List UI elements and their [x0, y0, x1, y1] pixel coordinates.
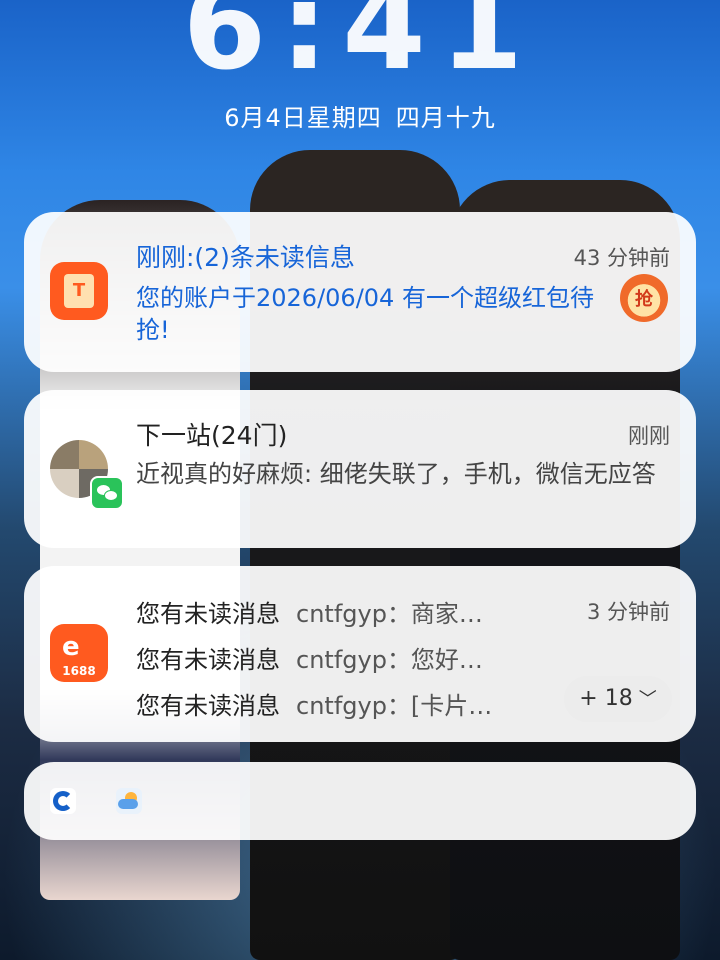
ccb-bank-icon [50, 788, 76, 814]
1688-app-icon: e 1688 [50, 624, 108, 682]
message-row: 您有未读消息 cntfgyp：商家… [136, 594, 483, 629]
message-preview: cntfgyp：商家… [296, 600, 483, 628]
wechat-icon [90, 476, 124, 510]
notification-title: 下一站(24门) [136, 421, 288, 450]
alarm-clock-grab-icon [620, 274, 668, 322]
message-title: 您有未读消息 [136, 692, 280, 720]
message-title: 您有未读消息 [136, 600, 280, 628]
date-text: 6月4日星期四 [224, 104, 382, 132]
message-preview: cntfgyp：[卡片… [296, 692, 493, 720]
more-count: + 18 [579, 686, 633, 711]
message-row: 您有未读消息 cntfgyp：您好… [136, 640, 483, 675]
notification-title: 刚刚:(2)条未读信息 [136, 243, 355, 272]
notification-card-wechat[interactable]: 下一站(24门) 刚刚 近视真的好麻烦: 细佬失联了，手机，微信无应答 [24, 390, 696, 548]
notification-card-1688[interactable]: e 1688 您有未读消息 cntfgyp：商家… 3 分钟前 您有未读消息 cnt… [24, 566, 696, 742]
message-row: 您有未读消息 cntfgyp：[卡片… [136, 686, 492, 721]
1688-icon-label: 1688 [62, 664, 96, 678]
message-preview: cntfgyp：您好… [296, 646, 483, 674]
expand-more-button[interactable]: + 18 ﹀ [564, 676, 672, 722]
lockscreen-clock: 6:41 [182, 0, 538, 97]
notification-time: 3 分钟前 [586, 600, 670, 624]
notification-body: 您的账户于2026/06/04 有一个超级红包待抢! [136, 284, 594, 344]
1688-logo-mark: e [62, 632, 80, 662]
notification-card-red-envelope[interactable]: 刚刚:(2)条未读信息 43 分钟前 您的账户于2026/06/04 有一个超级… [24, 212, 696, 372]
notification-time: 43 分钟前 [573, 246, 670, 270]
notification-body: 近视真的好麻烦: 细佬失联了，手机，微信无应答 [136, 460, 656, 488]
collapsed-notifications-card[interactable] [24, 762, 696, 840]
notification-time: 刚刚 [628, 424, 670, 448]
red-envelope-app-icon [50, 262, 108, 320]
weather-icon [116, 788, 142, 814]
chevron-down-icon: ﹀ [638, 689, 657, 710]
message-title: 您有未读消息 [136, 646, 280, 674]
lockscreen-date: 6月4日星期四 四月十九 [0, 98, 720, 133]
lunar-date-text: 四月十九 [395, 104, 496, 132]
